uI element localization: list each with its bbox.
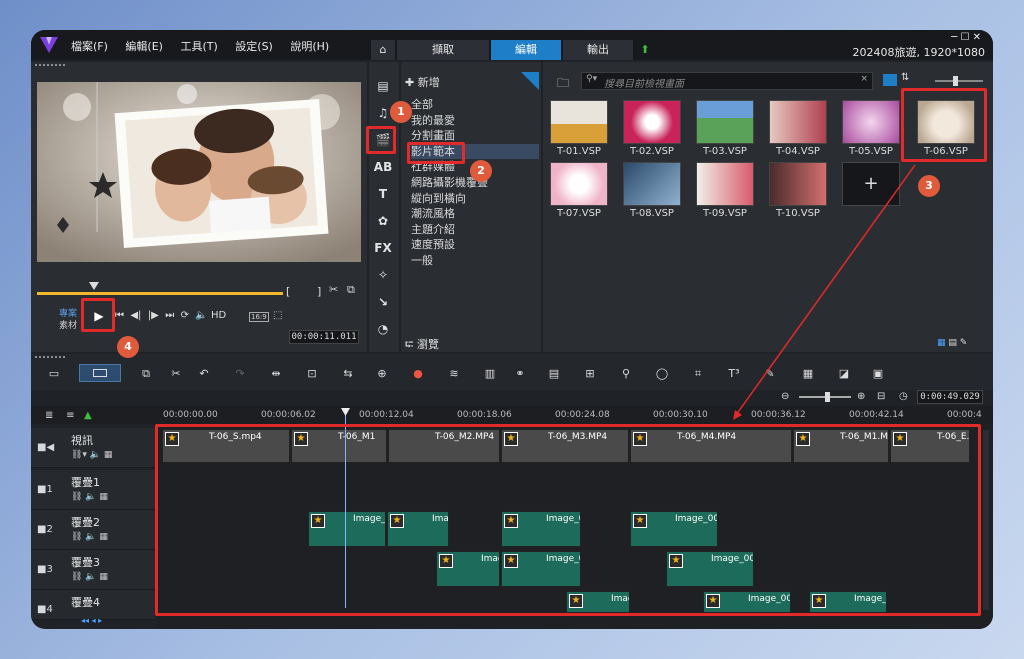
annotation-arrow <box>733 164 916 420</box>
app-window: 檔案(F) 編輯(E) 工具(T) 設定(S) 說明(H) ⌂ 擷取 編輯 輸出… <box>31 30 993 629</box>
